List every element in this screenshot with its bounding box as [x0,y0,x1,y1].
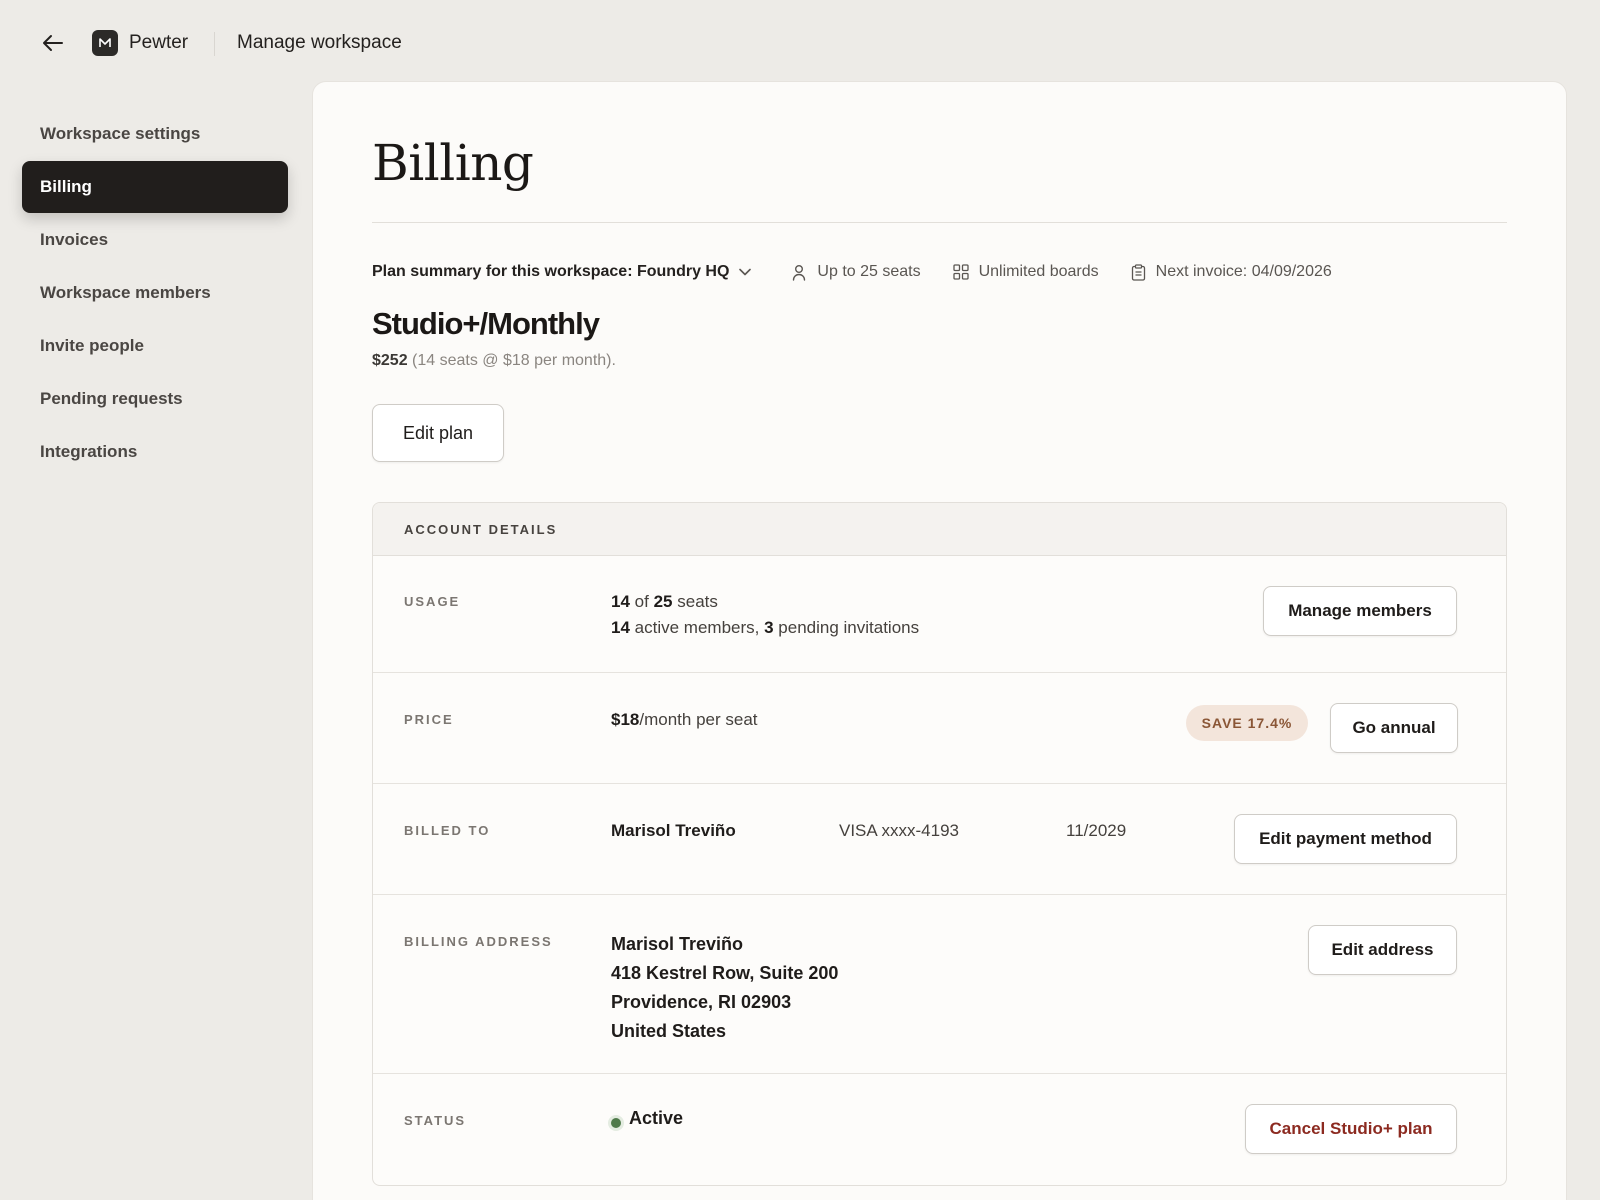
sidebar-item-invoices[interactable]: Invoices [22,214,288,266]
workspace-selector-label: Plan summary for this workspace: Foundry… [372,263,730,280]
app-name: Pewter [129,32,189,53]
card-expiry: 11/2029 [1066,821,1127,840]
seats-meta: Up to 25 seats [791,263,921,281]
usage-label: USAGE [404,594,461,609]
card-number: VISA xxxx-4193 [839,821,960,840]
price-label: PRICE [404,712,454,727]
sidebar-item-integrations[interactable]: Integrations [22,426,288,478]
status-dot-icon [611,1118,621,1128]
address-line: 418 Kestrel Row, Suite 200 [611,963,839,983]
account-details-header: ACCOUNT DETAILS [373,503,1506,556]
boards-meta: Unlimited boards [952,263,1099,281]
billing-card: Billing Plan summary for this workspace:… [312,81,1567,1200]
account-details-table: ACCOUNT DETAILS USAGE 14 of 25 seats 14 … [372,502,1507,1186]
boards-meta-text: Unlimited boards [978,263,1099,280]
plan-summary-row: Plan summary for this workspace: Foundry… [372,259,1507,285]
price-unit: /month per seat [639,710,758,729]
chevron-down-icon [739,268,752,276]
cancel-plan-button[interactable]: Cancel Studio+ plan [1245,1104,1457,1154]
next-invoice-text: Next invoice: 04/09/2026 [1155,263,1332,280]
billing-address-value: Marisol Treviño 418 Kestrel Row, Suite 2… [611,930,838,1046]
seats-total: 25 [653,592,673,611]
sidebar-nav: Workspace settings Billing Invoices Work… [22,108,288,479]
status-value: Active [629,1108,684,1128]
arrow-left-icon [43,35,63,51]
billed-to-label: BILLED TO [404,823,491,838]
top-bar: Pewter Manage workspace [0,0,1600,86]
usage-of-word: of [634,592,649,611]
sidebar-item-invite-people[interactable]: Invite people [22,320,288,372]
status-label: STATUS [404,1113,467,1128]
plan-name: Studio+/Monthly [372,306,600,341]
sidebar-item-workspace-members[interactable]: Workspace members [22,267,288,319]
logo-mark-icon [99,38,111,47]
usage-members-line: 14 active members, 3 pending invitations [611,615,919,641]
address-line: Marisol Treviño [611,934,744,954]
pending-invites-text: pending invitations [778,618,920,637]
sidebar-item-workspace-settings[interactable]: Workspace settings [22,108,288,160]
title-divider [372,222,1507,223]
price-amount: $18 [611,710,640,729]
plan-detail: (14 seats @ $18 per month). [412,352,616,369]
sidebar-item-billing[interactable]: Billing [22,161,288,213]
edit-plan-button[interactable]: Edit plan [372,404,504,462]
active-members-text: active members, [634,618,760,637]
go-annual-button[interactable]: Go annual [1330,703,1458,753]
pending-invites-count: 3 [764,618,774,637]
sidebar-item-pending-requests[interactable]: Pending requests [22,373,288,425]
next-invoice-meta: Next invoice: 04/09/2026 [1131,263,1332,281]
usage-row: USAGE 14 of 25 seats 14 active members, … [373,556,1506,673]
usage-seats-line: 14 of 25 seats [611,589,919,615]
seats-meta-text: Up to 25 seats [817,263,921,280]
app-logo [92,30,118,56]
seats-used: 14 [611,592,630,611]
billed-to-name: Marisol Treviño [611,821,736,840]
usage-seats-word: seats [677,592,718,611]
page-context-title: Manage workspace [237,32,402,53]
back-button[interactable] [38,30,68,56]
clipboard-icon [1131,263,1145,281]
page-title: Billing [372,134,534,192]
status-row: STATUS Active Cancel Studio+ plan [373,1074,1506,1184]
edit-payment-method-button[interactable]: Edit payment method [1234,814,1457,864]
topbar-divider [214,32,215,56]
usage-value: 14 of 25 seats 14 active members, 3 pend… [611,589,919,641]
workspace-selector[interactable]: Plan summary for this workspace: Foundry… [372,263,752,281]
price-row: PRICE $18/month per seat SAVE 17.4% Go a… [373,673,1506,784]
address-line: Providence, RI 02903 [611,992,792,1012]
billing-address-row: BILLING ADDRESS Marisol Treviño 418 Kest… [373,895,1506,1074]
plan-total: $252 [372,352,408,369]
billed-to-row: BILLED TO Marisol Treviño VISA xxxx-4193… [373,784,1506,895]
price-value: $18/month per seat [611,707,758,733]
save-badge: SAVE 17.4% [1186,705,1308,741]
grid-icon [952,264,969,280]
billing-address-label: BILLING ADDRESS [404,934,553,949]
active-members-count: 14 [611,618,630,637]
user-icon [793,264,806,281]
edit-address-button[interactable]: Edit address [1308,925,1457,975]
address-line: United States [611,1021,727,1041]
plan-price: $252 (14 seats @ $18 per month). [372,352,616,370]
manage-members-button[interactable]: Manage members [1263,586,1457,636]
